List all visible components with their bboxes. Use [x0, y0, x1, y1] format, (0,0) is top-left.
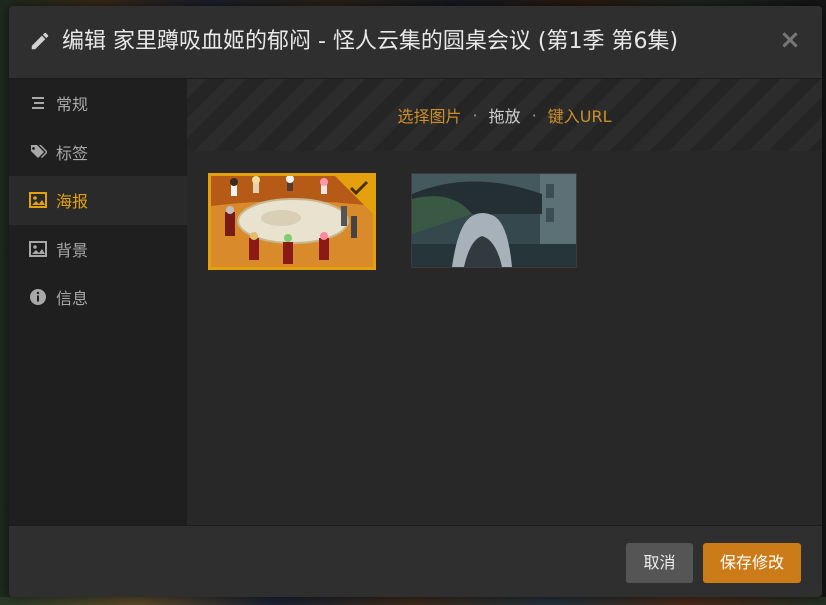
image-icon — [29, 192, 47, 209]
poster-image-rainy-courtyard — [412, 174, 576, 267]
edit-dialog: 编辑 家里蹲吸血姬的郁闷 - 怪人云集的圆桌会议 (第1季 第6集) × 常规 … — [9, 6, 822, 597]
separator: · — [531, 105, 537, 125]
list-icon — [32, 97, 44, 110]
sidebar-item-label: 背景 — [56, 240, 89, 260]
check-icon — [349, 180, 369, 196]
info-icon — [30, 289, 46, 306]
save-button[interactable]: 保存修改 — [703, 543, 801, 583]
image-source-bar: 选择图片 · 拖放 · 键入URL — [187, 79, 822, 151]
close-button[interactable]: × — [778, 26, 802, 54]
sidebar-item-poster[interactable]: 海报 — [9, 176, 187, 225]
sidebar-item-info[interactable]: 信息 — [9, 273, 187, 322]
drag-drop-label: 拖放 — [488, 107, 521, 126]
sidebar-item-label: 信息 — [56, 289, 89, 309]
select-image-link[interactable]: 选择图片 — [398, 103, 462, 127]
image-icon — [29, 240, 47, 257]
content-area: 选择图片 · 拖放 · 键入URL — [187, 79, 822, 525]
dialog-title: 编辑 家里蹲吸血姬的郁闷 - 怪人云集的圆桌会议 (第1季 第6集) — [62, 29, 679, 54]
enter-url-link[interactable]: 键入URL — [548, 103, 612, 127]
poster-thumbnail[interactable] — [411, 173, 577, 268]
tags-icon — [30, 144, 47, 158]
cancel-button[interactable]: 取消 — [626, 543, 693, 583]
sidebar-item-label: 海报 — [56, 192, 89, 212]
dialog-header: 编辑 家里蹲吸血姬的郁闷 - 怪人云集的圆桌会议 (第1季 第6集) × — [9, 6, 822, 79]
sidebar-item-general[interactable]: 常规 — [9, 79, 187, 128]
sidebar-item-background[interactable]: 背景 — [9, 225, 187, 274]
poster-thumbnail-selected[interactable] — [208, 173, 376, 270]
sidebar-item-label: 常规 — [56, 95, 89, 115]
sidebar-item-label: 标签 — [56, 143, 89, 163]
sidebar: 常规 标签 海报 背景 信息 — [9, 79, 187, 525]
dialog-footer: 取消 保存修改 — [9, 525, 822, 597]
pencil-icon — [31, 32, 49, 50]
sidebar-item-tags[interactable]: 标签 — [9, 128, 187, 177]
background-strip — [0, 597, 826, 605]
separator: · — [472, 105, 478, 125]
